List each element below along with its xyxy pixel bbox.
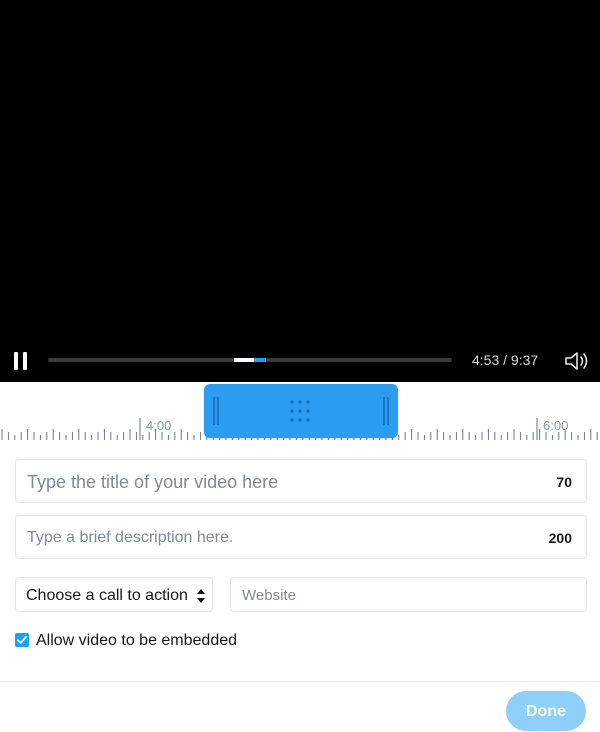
call-to-action-select[interactable]: Choose a call to action <box>15 577 213 612</box>
timeline-label-4-00: 4:00 <box>146 418 171 433</box>
video-title-placeholder: Type the title of your video here <box>27 472 279 492</box>
embed-checkbox[interactable] <box>15 633 29 647</box>
time-display: 4:53 / 9:37 <box>472 352 539 368</box>
video-title-input[interactable]: Type the title of your video here 70 <box>15 459 587 503</box>
progress-buffered <box>254 358 266 362</box>
trim-selection[interactable] <box>204 384 398 438</box>
pause-icon[interactable] <box>14 352 28 370</box>
progress-bar[interactable] <box>48 358 452 362</box>
drag-grip-icon <box>290 400 310 422</box>
description-char-count: 200 <box>548 530 572 546</box>
progress-played <box>234 358 254 362</box>
video-description-input[interactable]: Type a brief description here. 200 <box>15 515 587 559</box>
call-to-action-value: Choose a call to action <box>26 587 188 604</box>
website-placeholder: Website <box>242 587 296 604</box>
video-description-placeholder: Type a brief description here. <box>27 529 234 546</box>
select-arrows-icon <box>197 589 205 603</box>
volume-icon[interactable] <box>564 350 590 372</box>
video-player[interactable]: 4:53 / 9:37 <box>0 0 600 382</box>
title-char-count: 70 <box>556 474 572 490</box>
trim-selection-graphic <box>213 397 389 425</box>
website-input[interactable]: Website <box>230 577 587 612</box>
done-button[interactable]: Done <box>506 691 586 731</box>
timeline-label-6-00: 6:00 <box>543 418 568 433</box>
embed-label: Allow video to be embedded <box>36 632 238 649</box>
checkmark-icon <box>17 636 27 644</box>
footer-divider <box>0 681 600 682</box>
